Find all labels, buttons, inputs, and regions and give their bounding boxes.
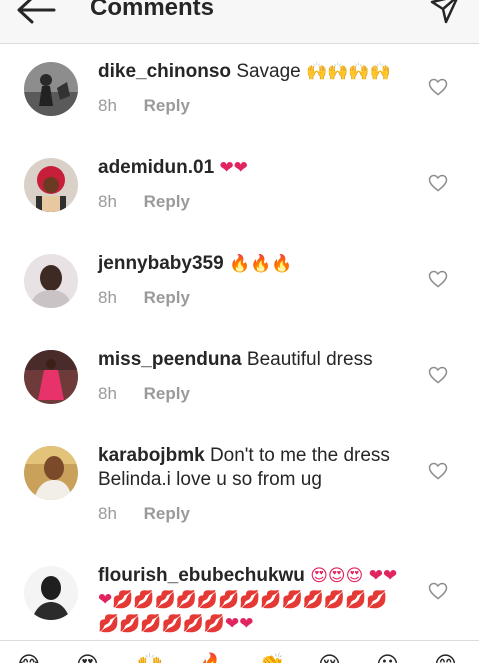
comment-meta: 8h Reply <box>98 288 190 308</box>
comment-meta: 8h Reply <box>98 384 190 404</box>
emoji-option[interactable]: 😮 <box>376 653 399 663</box>
like-heart-icon[interactable] <box>428 174 448 192</box>
reply-button[interactable]: Reply <box>144 288 190 307</box>
comment-body: Savage <box>236 61 301 82</box>
emoji-option[interactable]: 😍 <box>76 653 99 663</box>
comment-emoji: 🔥🔥🔥 <box>228 254 293 274</box>
comment-text: ademidun.01 ❤❤ <box>98 156 408 180</box>
comment-text: jennybaby359 🔥🔥🔥 <box>98 252 408 276</box>
page-title: Comments <box>90 0 215 21</box>
like-heart-icon[interactable] <box>428 582 448 600</box>
avatar[interactable] <box>24 62 78 116</box>
reply-button[interactable]: Reply <box>144 504 190 523</box>
emoji-option[interactable]: 🔥 <box>198 653 225 663</box>
comment-time: 8h <box>98 288 117 307</box>
comment-meta: 8h Reply <box>98 504 190 524</box>
comment-username[interactable]: miss_peenduna <box>98 349 242 370</box>
comment-username[interactable]: dike_chinonso <box>98 61 231 82</box>
comment-username[interactable]: jennybaby359 <box>98 253 224 274</box>
arrow-left-icon <box>17 0 56 24</box>
comment-time: 8h <box>98 504 117 523</box>
comment-emoji: 🙌🙌🙌🙌 <box>306 62 391 82</box>
comment-time: 8h <box>98 384 117 403</box>
reply-button[interactable]: Reply <box>144 96 190 115</box>
like-heart-icon[interactable] <box>428 462 448 480</box>
comment-emoji: ❤❤ <box>219 158 248 178</box>
comment-username[interactable]: karabojbmk <box>98 445 205 466</box>
quick-emoji-bar: 😂 😍 🙌 🔥 👏 😢 😮 😊 <box>0 640 479 663</box>
reply-button[interactable]: Reply <box>144 192 190 211</box>
comment-time: 8h <box>98 96 117 115</box>
emoji-option[interactable]: 😂 <box>16 653 42 663</box>
comment-text: karabojbmk Don't to me the dress Belinda… <box>98 444 408 492</box>
avatar[interactable] <box>24 350 78 404</box>
emoji-option[interactable]: 😊 <box>434 653 457 663</box>
comment-text: miss_peenduna Beautiful dress <box>98 348 408 372</box>
send-button[interactable] <box>428 0 462 26</box>
comment-username[interactable]: ademidun.01 <box>98 157 214 178</box>
reply-button[interactable]: Reply <box>144 384 190 403</box>
emoji-option[interactable]: 👏 <box>258 653 285 663</box>
avatar[interactable] <box>24 254 78 308</box>
paper-plane-icon <box>430 0 458 24</box>
emoji-option[interactable]: 🙌 <box>136 653 163 663</box>
comment-username[interactable]: flourish_ebubechukwu <box>98 565 305 586</box>
comment-meta: 8h Reply <box>98 96 190 116</box>
like-heart-icon[interactable] <box>428 270 448 288</box>
comment-meta: 8h Reply <box>98 192 190 212</box>
like-heart-icon[interactable] <box>428 366 448 384</box>
comment-body: Beautiful dress <box>246 349 373 370</box>
comment-text: dike_chinonso Savage 🙌🙌🙌🙌 <box>98 60 408 84</box>
back-button[interactable] <box>14 0 58 28</box>
comment-time: 8h <box>98 192 117 211</box>
avatar[interactable] <box>24 566 78 620</box>
header-bar: Comments <box>0 0 479 44</box>
emoji-option[interactable]: 😢 <box>318 653 341 663</box>
avatar[interactable] <box>24 446 78 500</box>
like-heart-icon[interactable] <box>428 78 448 96</box>
comment-text: flourish_ebubechukwu 😍😍😍 ❤❤❤💋💋💋💋💋💋💋💋💋💋💋💋… <box>98 564 408 636</box>
avatar[interactable] <box>24 158 78 212</box>
